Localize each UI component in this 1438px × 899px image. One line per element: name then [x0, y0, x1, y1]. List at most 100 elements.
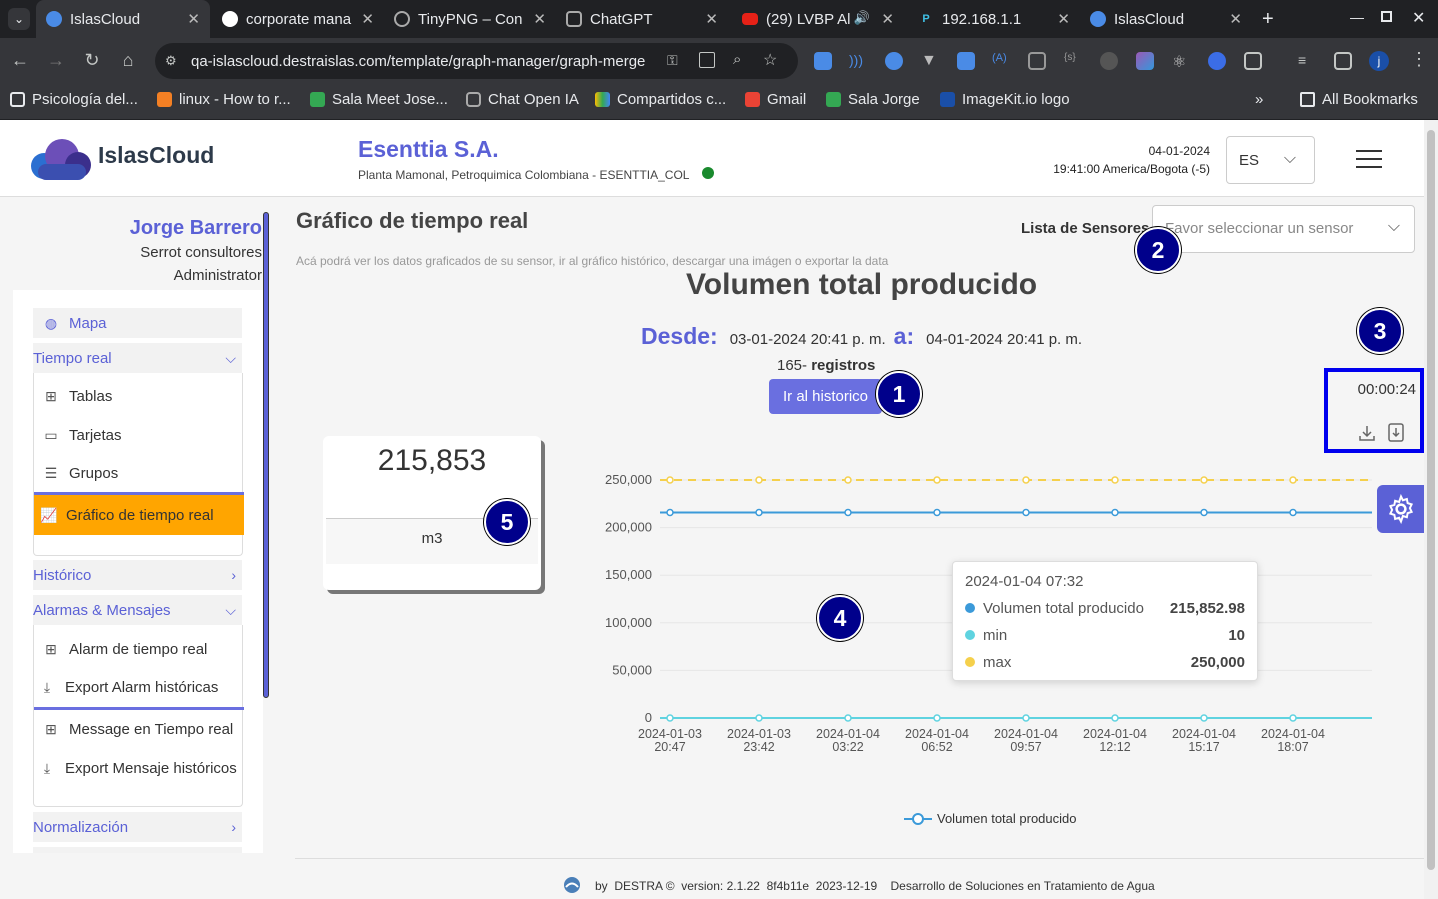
- go-to-historic-button[interactable]: Ir al historico: [769, 379, 882, 414]
- card-value: 215,853: [377, 444, 487, 477]
- extension-blue-dot-icon[interactable]: [1208, 52, 1226, 70]
- islascloud-favicon-icon: [46, 11, 62, 27]
- close-tab-icon[interactable]: ✕: [1229, 10, 1242, 28]
- records-count: 165- registros: [777, 357, 876, 374]
- address-bar-row: ← → ↻ ⌂ ⚙ qa-islascloud.destraislas.com/…: [0, 38, 1438, 84]
- bookmark-item[interactable]: linux - How to r...: [157, 91, 291, 108]
- tab-tinypng[interactable]: TinyPNG – Con ✕: [384, 0, 556, 38]
- extension-atom-icon[interactable]: ⚛: [1172, 52, 1190, 71]
- close-tab-icon[interactable]: ✕: [1057, 10, 1070, 28]
- tab-islascloud[interactable]: IslasCloud ✕: [36, 0, 210, 38]
- sidebar-item-tiempo-real[interactable]: Tiempo real ⌵: [33, 343, 242, 373]
- speaker-icon[interactable]: 🔊: [854, 10, 870, 26]
- home-icon[interactable]: ⌂: [117, 50, 139, 71]
- back-icon[interactable]: ←: [9, 50, 31, 71]
- user-name: Jorge Barrero: [129, 217, 262, 239]
- bookmarks-bar: Psicología del... linux - How to r... Sa…: [0, 84, 1438, 120]
- chevron-down-icon: ⌵: [225, 349, 236, 366]
- tab-chatgpt[interactable]: ChatGPT ✕: [556, 0, 728, 38]
- tab-corporate[interactable]: corporate mana ✕: [212, 0, 384, 38]
- sidebar-item-alarm-tiempo-real[interactable]: ⊞ Alarm de tiempo real: [33, 631, 242, 667]
- extension-wave-icon[interactable]: ))): [849, 52, 867, 70]
- profile-avatar[interactable]: j: [1369, 51, 1389, 71]
- x-tick-label: 2024-01-03: [638, 727, 702, 741]
- data-point: [933, 476, 941, 484]
- extension-doc-icon[interactable]: [814, 52, 832, 70]
- close-tab-icon[interactable]: ✕: [533, 10, 546, 28]
- chevron-down-icon: ⌵: [225, 601, 236, 618]
- restore-icon[interactable]: [1381, 11, 1392, 22]
- sidebar-scrollbar[interactable]: [263, 212, 269, 698]
- password-key-icon[interactable]: ⚿: [667, 52, 678, 69]
- extension-translate-icon[interactable]: [957, 52, 975, 70]
- sidebar-item-alarmas[interactable]: Alarmas & Mensajes ⌵: [33, 595, 242, 625]
- forward-icon[interactable]: →: [45, 50, 67, 71]
- tab-router[interactable]: P 192.168.1.1 ✕: [908, 0, 1080, 38]
- header-datetime: 04-01-2024 19:41:00 America/Bogota (-5): [1053, 142, 1210, 178]
- a-value: 04-01-2024 20:41 p. m.: [926, 331, 1083, 348]
- bookmark-item[interactable]: Sala Jorge: [826, 91, 920, 108]
- bookmark-item[interactable]: Gmail: [745, 91, 806, 108]
- reload-icon[interactable]: ↻: [81, 50, 103, 71]
- sidebar-item-export-alarm[interactable]: ⤓ Export Alarm históricas: [33, 669, 242, 705]
- download-image-icon[interactable]: [1358, 424, 1376, 442]
- sidebar-item-grafico[interactable]: 📈 Gráfico de tiempo real: [34, 495, 244, 535]
- bookmark-star-icon[interactable]: ☆: [763, 50, 777, 70]
- sidebar-item-mapa[interactable]: ◍ Mapa: [33, 308, 242, 338]
- close-tab-icon[interactable]: ✕: [361, 10, 374, 28]
- close-tab-icon[interactable]: ✕: [187, 10, 200, 28]
- extension-robot-icon[interactable]: [1100, 52, 1118, 70]
- language-select[interactable]: ES ⌵: [1226, 136, 1315, 184]
- all-bookmarks[interactable]: All Bookmarks: [1300, 91, 1418, 108]
- extension-color-icon[interactable]: [1136, 52, 1154, 70]
- bookmark-item[interactable]: Chat Open IA: [466, 91, 579, 108]
- translate-icon[interactable]: [699, 52, 715, 68]
- series-color-dot: [965, 657, 975, 667]
- page-scrollbar[interactable]: [1424, 120, 1438, 899]
- minimize-icon[interactable]: —: [1350, 9, 1364, 25]
- sidebar-item-historico[interactable]: Histórico ›: [33, 560, 242, 590]
- close-window-icon[interactable]: ✕: [1412, 8, 1425, 28]
- bookmark-item[interactable]: Compartidos c...: [595, 91, 726, 108]
- side-panel-icon[interactable]: [1334, 52, 1352, 70]
- extension-v-icon[interactable]: ▼: [921, 52, 939, 70]
- hamburger-menu-icon[interactable]: [1356, 150, 1382, 170]
- zoom-icon[interactable]: ⌕: [733, 51, 741, 68]
- sidebar-item-message-tiempo-real[interactable]: ⊞ Message en Tiempo real: [33, 711, 242, 747]
- tab-youtube[interactable]: (29) LVBP Al 🔊 ✕: [732, 0, 904, 38]
- site-settings-icon[interactable]: ⚙: [165, 53, 177, 69]
- chrome-menu-icon[interactable]: ⋮: [1410, 49, 1428, 70]
- sensor-select[interactable]: Favor seleccionar un sensor ⌵: [1152, 205, 1415, 253]
- extension-c-icon[interactable]: [1028, 52, 1046, 70]
- media-controls-icon[interactable]: ≡: [1298, 52, 1316, 70]
- bookmark-item[interactable]: Sala Meet Jose...: [310, 91, 448, 108]
- sidebar-item-next[interactable]: [33, 847, 242, 853]
- chart-legend[interactable]: Volumen total producido: [904, 811, 1076, 826]
- extensions-puzzle-icon[interactable]: [1244, 52, 1262, 70]
- close-tab-icon[interactable]: ✕: [881, 10, 894, 28]
- url-input[interactable]: ⚙ qa-islascloud.destraislas.com/template…: [155, 43, 798, 79]
- bookmark-item[interactable]: ImageKit.io logo: [940, 91, 1070, 108]
- new-tab-icon[interactable]: +: [1262, 8, 1274, 31]
- extension-circle-icon[interactable]: [885, 52, 903, 70]
- extension-s-icon[interactable]: {s}: [1064, 52, 1082, 70]
- sidebar-item-tablas[interactable]: ⊞ Tablas: [33, 378, 242, 414]
- tooltip-row: max 250,000: [965, 653, 1245, 671]
- extension-a-icon[interactable]: (A): [992, 52, 1010, 70]
- youtube-favicon-icon: [742, 13, 758, 25]
- sidebar-item-grupos[interactable]: ☰ Grupos: [33, 455, 242, 491]
- export-data-icon[interactable]: [1388, 423, 1404, 442]
- user-role: Administrator: [173, 267, 262, 284]
- bookmark-item[interactable]: Psicología del...: [10, 91, 138, 108]
- sidebar-item-tarjetas[interactable]: ▭ Tarjetas: [33, 417, 242, 453]
- tab-islascloud-2[interactable]: IslasCloud ✕: [1080, 0, 1252, 38]
- brand-name: IslasCloud: [98, 142, 215, 168]
- sidebar-item-export-mensaje[interactable]: ⤓ Export Mensaje históricos: [33, 750, 248, 786]
- chevron-right-icon: ›: [231, 567, 236, 583]
- tab-search-icon[interactable]: ⌄: [8, 8, 30, 30]
- company-name: Esenttia S.A.: [358, 136, 499, 162]
- x-tick-label: 06:52: [921, 740, 952, 754]
- bookmarks-overflow-icon[interactable]: »: [1255, 91, 1263, 108]
- sidebar-item-normalizacion[interactable]: Normalización ›: [33, 812, 242, 842]
- close-tab-icon[interactable]: ✕: [705, 10, 718, 28]
